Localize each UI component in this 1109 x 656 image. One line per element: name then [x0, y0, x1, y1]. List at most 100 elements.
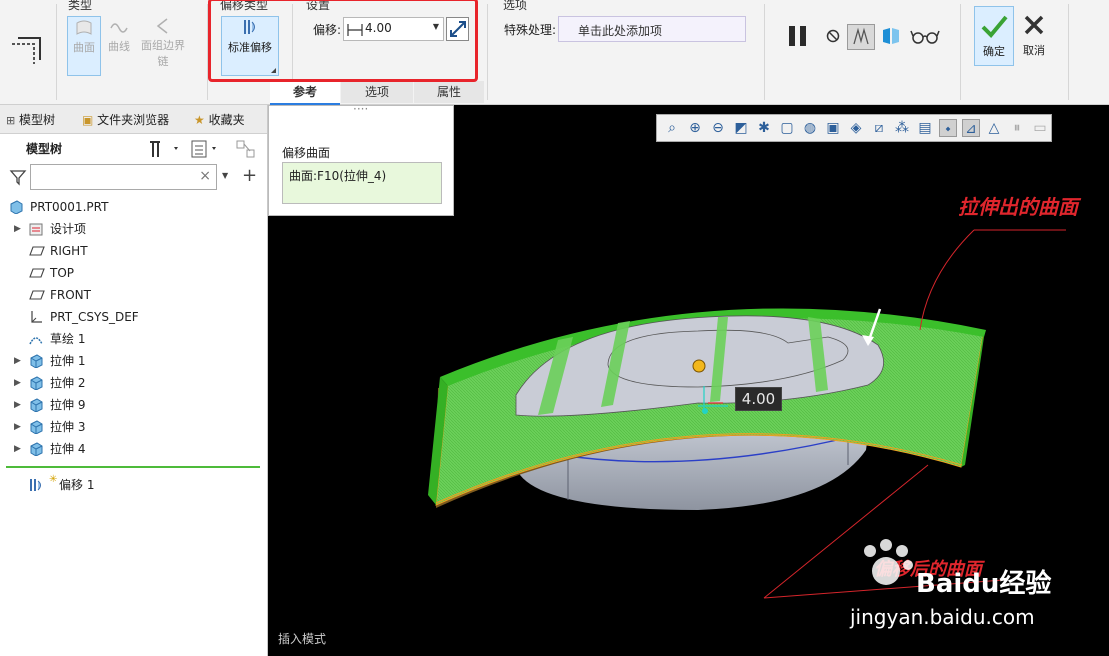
tab-favorites-label: 收藏夹 [208, 113, 245, 127]
tree-item[interactable]: RIGHT [0, 241, 260, 261]
tab-options[interactable]: 选项 [341, 81, 413, 103]
divider [764, 4, 765, 100]
filter-icon [9, 168, 27, 186]
offset-icon [30, 479, 41, 491]
tree-root[interactable]: PRT0001.PRT [0, 197, 260, 217]
offset-surface-collector[interactable]: 曲面:F10(拉伸_4) [282, 162, 442, 204]
refit-icon[interactable]: ⌕ [663, 119, 681, 137]
tree-item[interactable]: TOP [0, 263, 260, 283]
tree-filter-button[interactable] [190, 139, 224, 159]
display-style-icon[interactable]: ▢ [778, 119, 796, 137]
tree-item[interactable]: PRT_CSYS_DEF [0, 307, 260, 327]
tree-columns-button[interactable] [235, 139, 257, 159]
tree-item[interactable]: FRONT [0, 285, 260, 305]
divider [960, 4, 961, 100]
expand-arrow-icon[interactable]: ▶ [14, 351, 21, 371]
tree-item[interactable]: 草绘 1 [0, 329, 260, 349]
graphics-viewport[interactable]: 4.00 拉伸出的曲面 偏移后的曲面 Baidu经验 jingyan.baidu… [268, 105, 1109, 656]
expand-arrow-icon[interactable]: ▶ [14, 439, 21, 459]
tree-root-label: PRT0001.PRT [30, 200, 109, 214]
zoom-in-icon[interactable]: ⊕ [686, 119, 704, 137]
insert-indicator[interactable] [6, 466, 260, 468]
tree-item-label: 草绘 1 [50, 332, 86, 346]
view-manager-icon[interactable]: ▣ [824, 119, 842, 137]
spin-center-icon[interactable]: ✱ [755, 119, 773, 137]
extrude-icon [29, 398, 43, 413]
verify-mode-button[interactable] [880, 25, 902, 47]
clear-icon[interactable]: × [199, 168, 211, 184]
separate-preview-button[interactable] [847, 24, 875, 50]
expand-arrow-icon[interactable]: ▶ [14, 395, 21, 415]
extrude-icon [29, 354, 43, 369]
watermark-text: Baidu经验 [916, 569, 1052, 599]
tab-model-tree-label: 模型树 [19, 113, 56, 127]
view-toolbar: ⌕ ⊕ ⊖ ◩ ✱ ▢ ◍ ▣ ◈ ⧄ ⁂ ▤ ⬩ ⊿ △ ⏸ ▭ [656, 114, 1052, 142]
offset-feature-icon [8, 30, 44, 66]
tree-item[interactable]: ▶ 拉伸 1 [0, 351, 260, 371]
cancel-button[interactable]: 取消 [1016, 6, 1052, 64]
dimension-anchor[interactable] [702, 408, 708, 414]
expand-arrow-icon[interactable]: ▶ [14, 417, 21, 437]
tree-item-label: 拉伸 4 [50, 442, 86, 456]
drag-handle-icon[interactable] [692, 359, 706, 373]
tree-item[interactable]: ▶ 拉伸 2 [0, 373, 260, 393]
section-icon[interactable]: ⧄ [870, 119, 888, 137]
panel-grip-icon[interactable]: ···· [353, 105, 368, 116]
tree-item[interactable]: ▶ 拉伸 4 [0, 439, 260, 459]
feature-preview-button[interactable] [910, 27, 940, 45]
pause-button[interactable] [786, 24, 810, 48]
group-title-options: 选项 [503, 0, 528, 12]
no-preview-button[interactable] [825, 28, 841, 44]
point-display-icon[interactable]: ⬩ [939, 119, 957, 137]
annotation-display-icon[interactable]: ▤ [916, 119, 934, 137]
tree-item-label: PRT_CSYS_DEF [50, 310, 139, 324]
confirm-label: 确定 [983, 45, 1005, 58]
tab-folder-browser[interactable]: ▣ 文件夹浏览器 [82, 109, 169, 131]
divider [487, 4, 488, 100]
type-curve-button[interactable]: 曲线 [103, 16, 135, 74]
tree-item[interactable]: ▶ 拉伸 3 [0, 417, 260, 437]
close-icon [1024, 15, 1044, 35]
tree-item[interactable]: ▶ 设计项 [0, 219, 260, 239]
tree-item-label: FRONT [50, 288, 91, 302]
confirm-button[interactable]: 确定 [974, 6, 1014, 66]
saved-views-icon[interactable]: ◍ [801, 119, 819, 137]
pause-animation-icon[interactable]: ⏸ [1008, 119, 1026, 137]
chevron-down-icon[interactable]: ▼ [222, 171, 228, 180]
checkmark-icon [981, 15, 1008, 38]
tree-header: 模型树 [26, 142, 63, 156]
offset-surface-title: 偏移曲面 [282, 146, 331, 160]
tab-favorites[interactable]: ★ 收藏夹 [194, 109, 245, 131]
watermark-url: jingyan.baidu.com [850, 605, 1035, 629]
expand-arrow-icon[interactable]: ▶ [14, 373, 21, 393]
type-quilt-boundary-button[interactable]: 面组边界链 [136, 16, 190, 74]
datum-display-icon[interactable]: ⁂ [893, 119, 911, 137]
repaint-icon[interactable]: ◩ [732, 119, 750, 137]
perspective-icon[interactable]: ◈ [847, 119, 865, 137]
special-handling-collector[interactable]: 单击此处添加项 [558, 16, 746, 42]
tab-references[interactable]: 参考 [270, 81, 340, 105]
tree-item-label: 拉伸 3 [50, 420, 86, 434]
tree-item-label: TOP [50, 266, 75, 280]
tree-search-input[interactable]: × [30, 164, 217, 190]
tree-settings-button[interactable] [147, 139, 183, 159]
status-text: 插入模式 [278, 632, 327, 646]
spin-display-icon[interactable]: △ [985, 119, 1003, 137]
add-icon[interactable]: + [242, 165, 257, 186]
tree-item-offset[interactable]: ✳ 偏移 1 [0, 474, 260, 495]
type-surface-button[interactable]: 曲面 [67, 16, 101, 76]
appearance-icon[interactable]: ▭ [1031, 119, 1049, 137]
tree-item[interactable]: ▶ 拉伸 9 [0, 395, 260, 415]
csys-display-icon[interactable]: ⊿ [962, 119, 980, 137]
tab-model-tree[interactable]: ⊞ 模型树 [6, 109, 55, 131]
dimension-label[interactable]: 4.00 [735, 387, 782, 411]
zoom-out-icon[interactable]: ⊖ [709, 119, 727, 137]
extrude-icon [29, 442, 43, 457]
special-handling-label: 特殊处理: [504, 23, 557, 37]
no-preview-icon [826, 29, 840, 43]
extrude-icon [29, 376, 43, 391]
tab-properties[interactable]: 属性 [414, 81, 484, 103]
expand-arrow-icon[interactable]: ▶ [14, 219, 21, 239]
tree-item-label: 设计项 [50, 222, 87, 236]
divider [1068, 4, 1069, 100]
